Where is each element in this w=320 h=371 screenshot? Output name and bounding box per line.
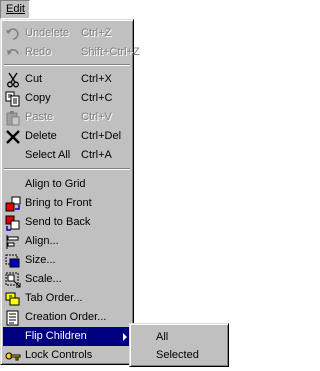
undo-icon: [5, 26, 21, 42]
align-icon: [5, 234, 21, 250]
menu-item-align[interactable]: Align...: [3, 232, 131, 251]
menu-item-undelete[interactable]: Undelete Ctrl+Z: [3, 24, 131, 43]
menu-item-label: Creation Order...: [25, 311, 107, 323]
menu-item-lock-controls[interactable]: Lock Controls: [3, 346, 131, 365]
menu-separator: [4, 168, 130, 170]
menu-item-label: Copy: [25, 92, 51, 104]
menu-item-delete[interactable]: Delete Ctrl+Del: [3, 127, 131, 146]
paste-icon: [5, 110, 21, 126]
edit-menu: Undelete Ctrl+Z Redo Shift+Ctrl+Z Cut Ct…: [0, 19, 140, 365]
menu-item-size[interactable]: Size...: [3, 251, 131, 270]
submenu-arrow-icon: [123, 333, 127, 341]
submenu-item-all[interactable]: All: [132, 328, 226, 346]
menu-item-paste[interactable]: Paste Ctrl+V: [3, 108, 131, 127]
menu-item-label: Send to Back: [25, 216, 91, 228]
menu-item-shortcut: Ctrl+Del: [81, 130, 122, 142]
menu-item-label: Align to Grid: [25, 178, 86, 190]
submenu-item-label: Selected: [156, 349, 199, 361]
tab-order-icon: [5, 291, 21, 307]
delete-x-icon: [5, 129, 21, 145]
flip-children-submenu: All Selected: [129, 323, 229, 367]
menu-item-cut[interactable]: Cut Ctrl+X: [3, 70, 131, 89]
scale-icon: [5, 272, 21, 288]
menu-item-label: Bring to Front: [25, 197, 92, 209]
menu-item-shortcut: Ctrl+A: [81, 149, 112, 161]
menu-item-align-to-grid[interactable]: Align to Grid: [3, 175, 131, 194]
menu-item-select-all[interactable]: Select All Ctrl+A: [3, 146, 131, 165]
menubar-edit[interactable]: Edit: [0, 0, 30, 19]
menu-item-scale[interactable]: Scale...: [3, 270, 131, 289]
submenu-item-selected[interactable]: Selected: [132, 346, 226, 364]
menu-item-redo[interactable]: Redo Shift+Ctrl+Z: [3, 43, 140, 62]
menu-item-creation-order[interactable]: Creation Order...: [3, 308, 131, 327]
menu-item-label: Flip Children: [25, 330, 87, 342]
menu-item-flip-children[interactable]: Flip Children: [3, 327, 131, 346]
submenu-item-label: All: [156, 331, 169, 343]
menu-item-label: Lock Controls: [25, 349, 93, 361]
copy-icon: [5, 91, 21, 107]
menu-item-label: Align...: [25, 235, 59, 247]
menu-item-label: Paste: [25, 111, 54, 123]
menu-item-label: Delete: [25, 130, 57, 142]
menu-item-label: Tab Order...: [25, 292, 83, 304]
menu-item-shortcut: Ctrl+C: [81, 92, 113, 104]
menu-item-label: Size...: [25, 254, 56, 266]
menu-item-label: Redo: [25, 46, 52, 58]
menu-item-shortcut: Shift+Ctrl+Z: [81, 46, 140, 58]
creation-order-icon: [5, 310, 21, 326]
menu-item-shortcut: Ctrl+V: [81, 111, 112, 123]
menu-separator: [4, 64, 130, 66]
scissors-icon: [5, 72, 21, 88]
menu-item-send-to-back[interactable]: Send to Back: [3, 213, 131, 232]
menubar-edit-label: Edit: [6, 3, 25, 15]
send-to-back-icon: [5, 215, 21, 231]
menu-item-copy[interactable]: Copy Ctrl+C: [3, 89, 131, 108]
menu-item-tab-order[interactable]: Tab Order...: [3, 289, 131, 308]
size-icon: [5, 253, 21, 269]
menu-item-label: Scale...: [25, 273, 62, 285]
menu-item-label: Cut: [25, 73, 43, 85]
menu-item-shortcut: Ctrl+X: [81, 73, 112, 85]
menu-item-bring-to-front[interactable]: Bring to Front: [3, 194, 131, 213]
bring-to-front-icon: [5, 196, 21, 212]
menu-item-label: Select All: [25, 149, 71, 161]
key-icon: [5, 348, 21, 364]
redo-icon: [5, 45, 21, 61]
menu-item-label: Undelete: [25, 27, 70, 39]
menu-item-shortcut: Ctrl+Z: [81, 27, 112, 39]
